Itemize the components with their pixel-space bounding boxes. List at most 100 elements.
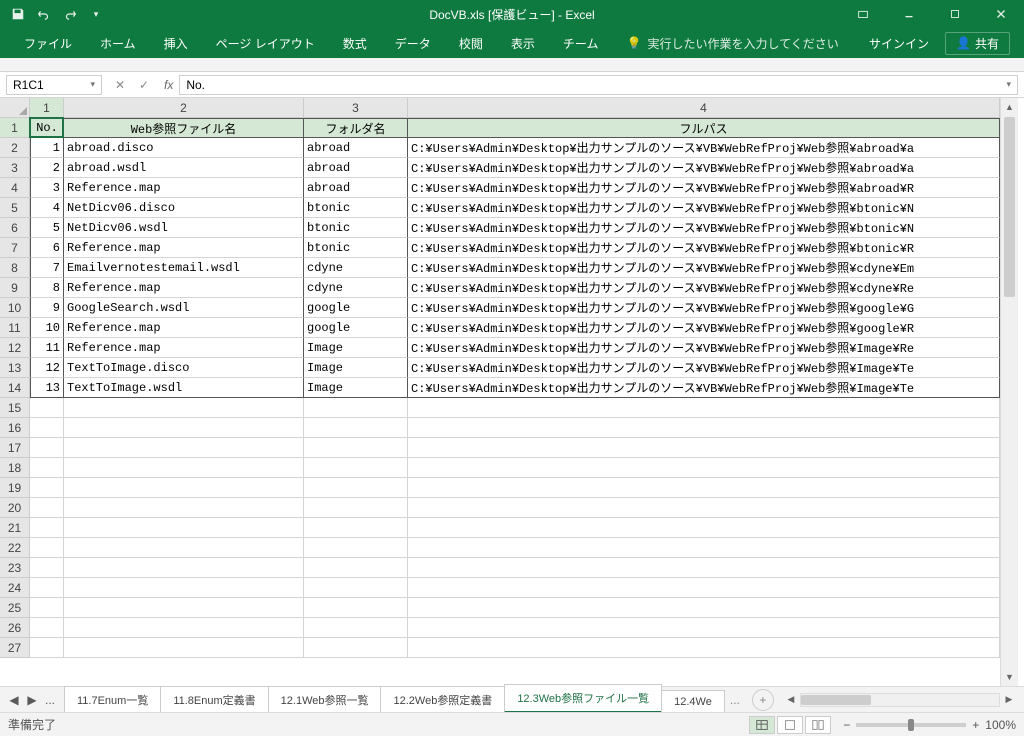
table-header-cell[interactable]: No. (30, 118, 64, 138)
table-cell[interactable]: C:¥Users¥Admin¥Desktop¥出力サンプルのソース¥VB¥Web… (408, 158, 1000, 178)
table-cell[interactable]: abroad.wsdl (64, 158, 304, 178)
scroll-up-icon[interactable]: ▲ (1001, 98, 1018, 116)
qat-dropdown-icon[interactable]: ▾ (86, 4, 106, 24)
empty-cell[interactable] (408, 478, 1000, 498)
ribbon-tab-8[interactable]: チーム (549, 28, 613, 58)
row-header[interactable]: 16 (0, 418, 30, 438)
row-header[interactable]: 5 (0, 198, 30, 218)
table-cell[interactable]: TextToImage.disco (64, 358, 304, 378)
vscroll-thumb[interactable] (1004, 117, 1015, 297)
column-header[interactable]: 2 (64, 98, 304, 118)
table-cell[interactable]: C:¥Users¥Admin¥Desktop¥出力サンプルのソース¥VB¥Web… (408, 138, 1000, 158)
empty-cell[interactable] (64, 578, 304, 598)
table-cell[interactable]: 12 (30, 358, 64, 378)
row-header[interactable]: 22 (0, 538, 30, 558)
table-cell[interactable]: Image (304, 358, 408, 378)
cells-area[interactable]: No.Web参照ファイル名フォルダ名フルパス 1abroad.discoabroa… (30, 118, 1000, 658)
table-cell[interactable]: btonic (304, 218, 408, 238)
table-cell[interactable]: 9 (30, 298, 64, 318)
row-header[interactable]: 17 (0, 438, 30, 458)
empty-cell[interactable] (408, 638, 1000, 658)
tell-me-search[interactable]: 💡 実行したい作業を入力してください (626, 35, 838, 52)
table-cell[interactable]: 7 (30, 258, 64, 278)
fx-icon[interactable]: fx (164, 78, 173, 92)
table-cell[interactable]: Reference.map (64, 318, 304, 338)
table-cell[interactable]: NetDicv06.wsdl (64, 218, 304, 238)
empty-cell[interactable] (30, 598, 64, 618)
table-cell[interactable]: 13 (30, 378, 64, 398)
row-header[interactable]: 24 (0, 578, 30, 598)
ribbon-tab-5[interactable]: データ (381, 28, 445, 58)
empty-cell[interactable] (304, 558, 408, 578)
table-cell[interactable]: Reference.map (64, 338, 304, 358)
row-header[interactable]: 12 (0, 338, 30, 358)
empty-cell[interactable] (64, 638, 304, 658)
empty-cell[interactable] (408, 538, 1000, 558)
table-cell[interactable]: Image (304, 338, 408, 358)
zoom-level[interactable]: 100% (985, 718, 1016, 732)
row-header[interactable]: 14 (0, 378, 30, 398)
empty-cell[interactable] (408, 578, 1000, 598)
table-header-cell[interactable]: フォルダ名 (304, 118, 408, 138)
table-cell[interactable]: abroad.disco (64, 138, 304, 158)
minimize-icon[interactable] (886, 0, 932, 28)
table-cell[interactable]: NetDicv06.disco (64, 198, 304, 218)
row-header[interactable]: 3 (0, 158, 30, 178)
expand-formula-icon[interactable]: ▾ (1006, 79, 1011, 90)
row-header[interactable]: 9 (0, 278, 30, 298)
empty-cell[interactable] (304, 638, 408, 658)
table-cell[interactable]: C:¥Users¥Admin¥Desktop¥出力サンプルのソース¥VB¥Web… (408, 258, 1000, 278)
table-header-cell[interactable]: フルパス (408, 118, 1000, 138)
table-cell[interactable]: Reference.map (64, 278, 304, 298)
row-header[interactable]: 23 (0, 558, 30, 578)
page-break-view-button[interactable] (805, 716, 831, 734)
row-header[interactable]: 25 (0, 598, 30, 618)
chevron-down-icon[interactable]: ▾ (90, 79, 95, 90)
sheet-tab[interactable]: 11.7Enum一覧 (64, 686, 161, 713)
table-cell[interactable]: Emailvernotestemail.wsdl (64, 258, 304, 278)
empty-cell[interactable] (64, 538, 304, 558)
sheet-nav-prev-icon[interactable]: ◀ (6, 693, 22, 707)
table-header-cell[interactable]: Web参照ファイル名 (64, 118, 304, 138)
empty-cell[interactable] (64, 558, 304, 578)
table-cell[interactable]: 4 (30, 198, 64, 218)
sheet-tab[interactable]: 11.8Enum定義書 (160, 686, 268, 713)
empty-cell[interactable] (30, 498, 64, 518)
table-cell[interactable]: 1 (30, 138, 64, 158)
zoom-slider[interactable] (856, 723, 966, 727)
signin-link[interactable]: サインイン (869, 35, 929, 52)
column-header[interactable]: 4 (408, 98, 1000, 118)
empty-cell[interactable] (30, 458, 64, 478)
row-header[interactable]: 4 (0, 178, 30, 198)
empty-cell[interactable] (304, 498, 408, 518)
share-button[interactable]: 👤 共有 (945, 32, 1010, 55)
empty-cell[interactable] (30, 418, 64, 438)
table-cell[interactable]: abroad (304, 138, 408, 158)
scroll-right-icon[interactable]: ▶ (1000, 694, 1018, 705)
empty-cell[interactable] (30, 478, 64, 498)
empty-cell[interactable] (304, 458, 408, 478)
table-cell[interactable]: C:¥Users¥Admin¥Desktop¥出力サンプルのソース¥VB¥Web… (408, 178, 1000, 198)
redo-icon[interactable] (60, 4, 80, 24)
scroll-down-icon[interactable]: ▼ (1001, 668, 1018, 686)
sheet-nav-more[interactable]: ... (42, 693, 58, 707)
new-sheet-button[interactable]: + (752, 689, 774, 711)
empty-cell[interactable] (408, 618, 1000, 638)
row-header[interactable]: 19 (0, 478, 30, 498)
save-icon[interactable] (8, 4, 28, 24)
sheet-tab[interactable]: 12.2Web参照定義書 (380, 686, 505, 713)
ribbon-tab-2[interactable]: 挿入 (150, 28, 202, 58)
table-cell[interactable]: cdyne (304, 278, 408, 298)
table-cell[interactable]: C:¥Users¥Admin¥Desktop¥出力サンプルのソース¥VB¥Web… (408, 298, 1000, 318)
table-cell[interactable]: cdyne (304, 258, 408, 278)
table-cell[interactable]: 6 (30, 238, 64, 258)
ribbon-tab-4[interactable]: 数式 (329, 28, 381, 58)
row-header[interactable]: 13 (0, 358, 30, 378)
zoom-in-button[interactable]: + (972, 718, 979, 732)
select-all-corner[interactable] (0, 98, 30, 118)
empty-cell[interactable] (64, 418, 304, 438)
ribbon-tab-3[interactable]: ページ レイアウト (202, 28, 329, 58)
maximize-icon[interactable] (932, 0, 978, 28)
empty-cell[interactable] (64, 478, 304, 498)
empty-cell[interactable] (30, 438, 64, 458)
